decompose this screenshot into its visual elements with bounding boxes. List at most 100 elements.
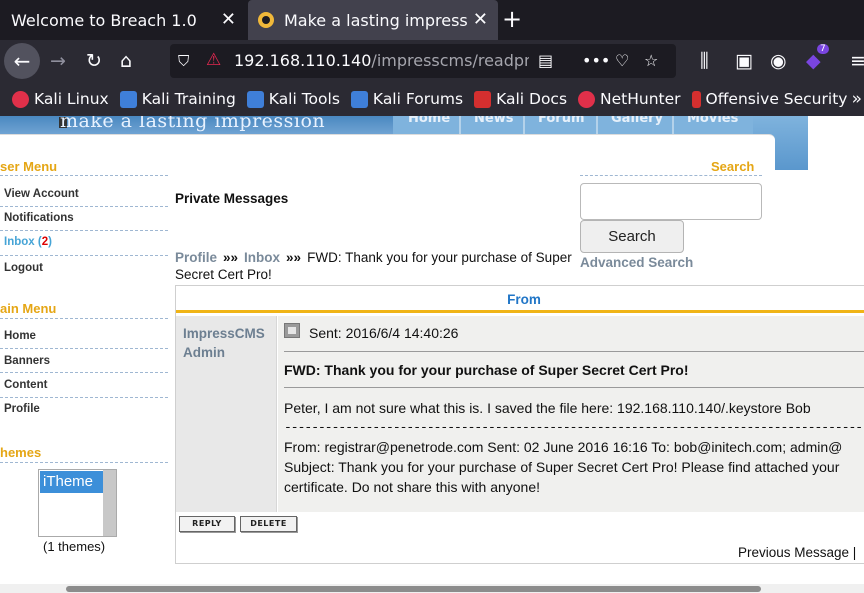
menu-home[interactable]: Home [4,330,36,342]
home-icon[interactable]: ⌂ [120,50,132,72]
bookmark-kali-tools[interactable]: Kali Tools [246,90,340,108]
forwarded-header: From: registrar@penetrode.com Sent: 02 J… [284,439,843,455]
site-favicon-icon [258,12,274,28]
page-actions-menu-icon[interactable]: ••• [582,51,610,70]
divider [0,372,168,373]
divider [0,206,168,207]
extension-badge: 7 [817,44,829,54]
bookmark-nethunter[interactable]: NetHunter [578,90,681,108]
message-table: From ImpressCMS Admin Sent: 2016/6/4 14:… [175,285,864,564]
tab-make-a-lasting-impression[interactable]: Make a lasting impression ✕ [248,0,498,40]
theme-option-itheme[interactable]: iTheme [40,471,103,493]
menu-logout[interactable]: Logout [4,262,43,274]
close-tab-icon[interactable]: ✕ [473,10,488,30]
breadcrumb-sep: »» [286,250,302,265]
reply-button[interactable]: REPLY [179,516,235,532]
site-nav-news[interactable]: News [474,116,513,126]
site-nav-home[interactable]: Home [408,116,450,126]
menu-notifications[interactable]: Notifications [4,212,74,224]
menu-content[interactable]: Content [4,379,47,391]
bookmark-offensive-security[interactable]: Offensive Security [691,90,848,108]
tab-welcome-to-breach[interactable]: Welcome to Breach 1.0 ✕ [0,0,246,40]
divider [0,318,168,319]
search-button[interactable]: Search [580,220,684,253]
search-input[interactable] [580,183,762,220]
offsec-icon [691,90,701,108]
reload-icon[interactable]: ↻ [86,50,102,72]
site-nav-movies[interactable]: Movies [687,116,738,126]
close-tab-icon[interactable]: ✕ [221,10,236,30]
message-icon [284,323,300,338]
message-text: Peter, I am not sure what this is. I sav… [284,400,811,416]
sent-date: Sent: 2016/6/4 14:40:26 [309,325,459,341]
site-slogan: make a lasting impression [60,116,326,132]
advanced-search-link[interactable]: Advanced Search [580,255,693,270]
bookmark-label: Kali Docs [496,90,568,108]
tracking-shield-icon[interactable]: ⛉ [178,52,189,70]
url-text[interactable]: 192.168.110.140/impresscms/readpms [234,51,529,70]
kali-docs-icon [474,90,492,108]
site-nav-gallery[interactable]: Gallery [611,116,663,126]
menu-banners[interactable]: Banners [4,355,50,367]
theme-select[interactable]: iTheme [38,469,117,537]
divider [0,462,168,463]
scrollbar-thumb[interactable] [66,586,761,592]
tab-title: Make a lasting impression [284,10,469,30]
app-menu-icon[interactable]: ≡ [850,50,864,72]
author-name: ImpressCMS [183,326,265,341]
back-arrow-icon[interactable]: ← [4,43,40,79]
tab-bar: Welcome to Breach 1.0 ✕ Make a lasting i… [0,0,864,40]
bookmarks-overflow-icon[interactable]: » [852,89,862,109]
pocket-icon[interactable]: ♡ [615,51,629,70]
url-path: /impresscms/readpms [371,51,529,70]
account-icon[interactable]: ◉ [770,50,787,72]
bookmark-kali-docs[interactable]: Kali Docs [474,90,567,108]
from-column-header: From [176,286,864,313]
page-title: Private Messages [175,191,289,206]
forwarded-subject: Subject: Thank you for your purchase of … [284,459,840,475]
horizontal-scrollbar[interactable] [0,584,864,593]
user-menu-title: ser Menu [0,159,58,174]
reader-view-icon[interactable]: ▤ [538,51,553,70]
bookmark-star-icon[interactable]: ☆ [644,51,658,70]
kali-dragon-icon [12,90,29,108]
bookmark-kali-forums[interactable]: Kali Forums [350,90,463,108]
kali-tools-icon [246,90,264,108]
breadcrumb-profile[interactable]: Profile [175,250,217,265]
previous-message-link[interactable]: Previous Message | [738,545,856,560]
sidebar-icon[interactable]: ▣ [735,50,753,72]
site-nav: Home News Forum Gallery Movies [393,116,753,138]
library-icon[interactable]: ⫼ [700,50,709,72]
bookmark-label: Kali Tools [268,90,340,108]
theme-select-scrollbar[interactable] [103,470,116,536]
navigation-bar: ← → ↻ ⌂ ⛉ ⚠ 192.168.110.140/impresscms/r… [0,40,864,82]
url-bar[interactable]: ⛉ ⚠ 192.168.110.140/impresscms/readpms ▤… [170,44,676,78]
main-menu-title: ain Menu [0,301,57,316]
forwarded-body: certificate. Do not share this with anyo… [284,479,541,495]
bookmark-label: Offensive Security [705,90,848,108]
delete-button[interactable]: DELETE [240,516,297,532]
bookmark-kali-training[interactable]: Kali Training [119,90,236,108]
kali-training-icon [119,90,137,108]
bookmark-label: Kali Training [141,90,236,108]
new-tab-plus-icon[interactable]: + [502,6,522,32]
forward-arrow-icon[interactable]: → [50,50,66,72]
message-subject: FWD: Thank you for your purchase of Supe… [284,362,689,378]
author-cell: ImpressCMS Admin [176,316,277,512]
message-author[interactable]: ImpressCMS Admin [183,324,265,362]
breadcrumb-inbox[interactable]: Inbox [244,250,280,265]
bookmark-label: Kali Linux [34,90,109,108]
themes-title: hemes [0,445,42,460]
menu-inbox[interactable]: Inbox (2) [4,236,52,248]
menu-view-account[interactable]: View Account [4,188,79,200]
insecure-lock-icon[interactable]: ⚠ [206,50,221,70]
bookmark-kali-linux[interactable]: Kali Linux [12,90,109,108]
site-nav-forum[interactable]: Forum [538,116,585,126]
menu-profile[interactable]: Profile [4,403,40,415]
theme-count: (1 themes) [43,539,106,554]
divider [284,351,864,352]
extension-icon[interactable]: ◆ [806,50,821,72]
breadcrumb: Profile»» Inbox»» FWD: Thank you for your … [175,249,575,283]
breadcrumb-sep: »» [223,250,239,265]
kali-forums-icon [350,90,368,108]
